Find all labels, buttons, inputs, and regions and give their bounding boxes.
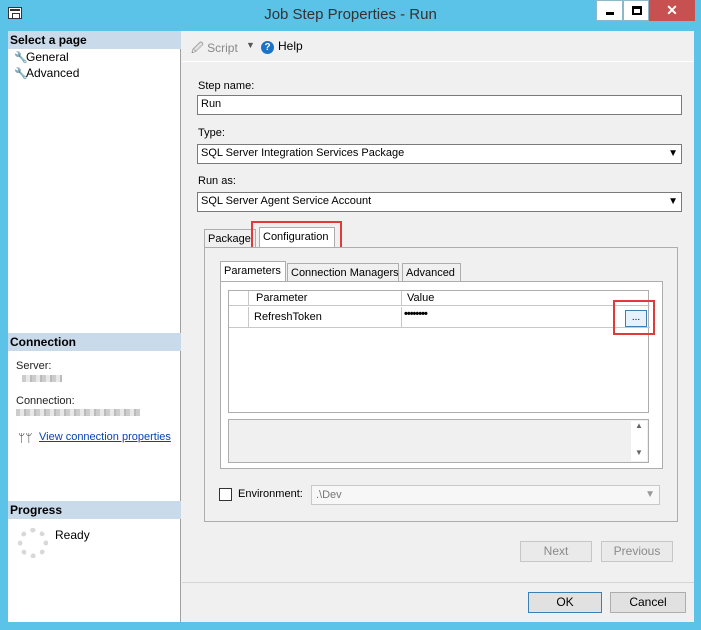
step-name-label: Step name:	[198, 80, 255, 92]
parameter-cell: RefreshToken	[254, 311, 322, 323]
value-cell[interactable]: ••••••••	[404, 308, 428, 320]
maximize-icon	[632, 6, 642, 15]
close-button[interactable]: ✕	[649, 0, 695, 21]
environment-label: Environment:	[238, 488, 303, 500]
connection-label: Connection:	[16, 395, 75, 407]
run-as-select[interactable]: SQL Server Agent Service Account ▼	[197, 192, 682, 212]
type-label: Type:	[198, 127, 225, 139]
minimize-button[interactable]	[596, 0, 623, 21]
progress-status: Ready	[55, 528, 90, 542]
parameters-grid: Parameter Value RefreshToken •••••••• ..…	[228, 290, 650, 413]
environment-select[interactable]: .\Dev ▼	[311, 485, 660, 505]
row-selector[interactable]	[229, 307, 249, 328]
scroll-down-icon[interactable]: ▼	[631, 448, 647, 461]
type-select[interactable]: SQL Server Integration Services Package …	[197, 144, 682, 164]
select-page-header: Select a page	[8, 31, 181, 49]
table-row[interactable]: RefreshToken ••••••••	[229, 307, 650, 328]
dialog-client: Select a page 🔧General 🔧Advanced Connect…	[8, 31, 694, 622]
type-select-value: SQL Server Integration Services Package	[201, 147, 405, 159]
ok-button[interactable]: OK	[528, 592, 602, 613]
ellipsis-button-highlight	[613, 300, 655, 335]
page-item-label: Advanced	[26, 66, 80, 80]
wrench-icon: 🔧	[14, 68, 28, 80]
connection-header: Connection	[8, 333, 181, 351]
footer-separator	[182, 582, 694, 583]
close-icon: ✕	[666, 2, 678, 18]
tab-connection-managers[interactable]: Connection Managers	[287, 263, 399, 283]
previous-button[interactable]: Previous	[601, 541, 673, 562]
grid-header: Parameter Value	[229, 291, 650, 306]
page-item-label: General	[26, 50, 69, 64]
chevron-down-icon: ▼	[645, 489, 655, 500]
help-label: Help	[278, 39, 303, 53]
run-as-select-value: SQL Server Agent Service Account	[201, 195, 372, 207]
scroll-up-icon[interactable]: ▲	[631, 421, 647, 434]
chevron-down-icon: ▼	[668, 196, 678, 207]
tab-parameters[interactable]: Parameters	[220, 261, 286, 283]
toolbar-separator	[182, 61, 694, 62]
script-button[interactable]: 🖉 Script	[191, 39, 238, 60]
title-bar[interactable]: Job Step Properties - Run ✕	[0, 0, 701, 30]
column-header-parameter: Parameter	[256, 292, 308, 304]
server-label: Server:	[16, 360, 52, 372]
minimize-icon	[606, 12, 614, 15]
row-header-corner	[229, 291, 249, 306]
environment-select-value: .\Dev	[316, 489, 342, 501]
view-connection-properties-link[interactable]: View connection properties	[39, 431, 171, 443]
run-as-label: Run as:	[198, 175, 236, 187]
step-name-input[interactable]: Run	[197, 95, 682, 115]
dialog-window: Job Step Properties - Run ✕ Select a pag…	[0, 0, 701, 630]
page-item-advanced[interactable]: 🔧Advanced	[14, 66, 79, 81]
cancel-button[interactable]: Cancel	[610, 592, 686, 613]
column-divider	[401, 291, 402, 306]
connection-value-redacted	[16, 409, 140, 416]
script-label: Script	[207, 41, 238, 55]
progress-spinner-icon	[18, 528, 48, 558]
tab-advanced[interactable]: Advanced	[402, 263, 461, 283]
progress-header: Progress	[8, 501, 181, 519]
page-item-general[interactable]: 🔧General	[14, 50, 69, 65]
tab-package[interactable]: Package	[204, 229, 256, 249]
script-dropdown-arrow-icon[interactable]: ▼	[246, 40, 255, 50]
environment-checkbox[interactable]	[219, 488, 232, 501]
script-icon: 🖉	[191, 41, 204, 55]
description-scrollbar[interactable]: ▲ ▼	[631, 421, 647, 461]
maximize-button[interactable]	[623, 0, 649, 21]
chevron-down-icon: ▼	[668, 148, 678, 159]
column-divider	[401, 307, 402, 328]
column-header-value: Value	[407, 292, 435, 304]
server-value-redacted	[22, 375, 62, 382]
description-area: ▲ ▼	[228, 419, 649, 463]
left-pane: Select a page 🔧General 🔧Advanced Connect…	[8, 31, 181, 622]
help-icon: ?	[261, 41, 274, 54]
help-button[interactable]: ? Help	[261, 39, 303, 54]
connection-properties-icon: ᛘᛘ	[18, 431, 33, 445]
next-button[interactable]: Next	[520, 541, 592, 562]
wrench-icon: 🔧	[14, 52, 28, 64]
